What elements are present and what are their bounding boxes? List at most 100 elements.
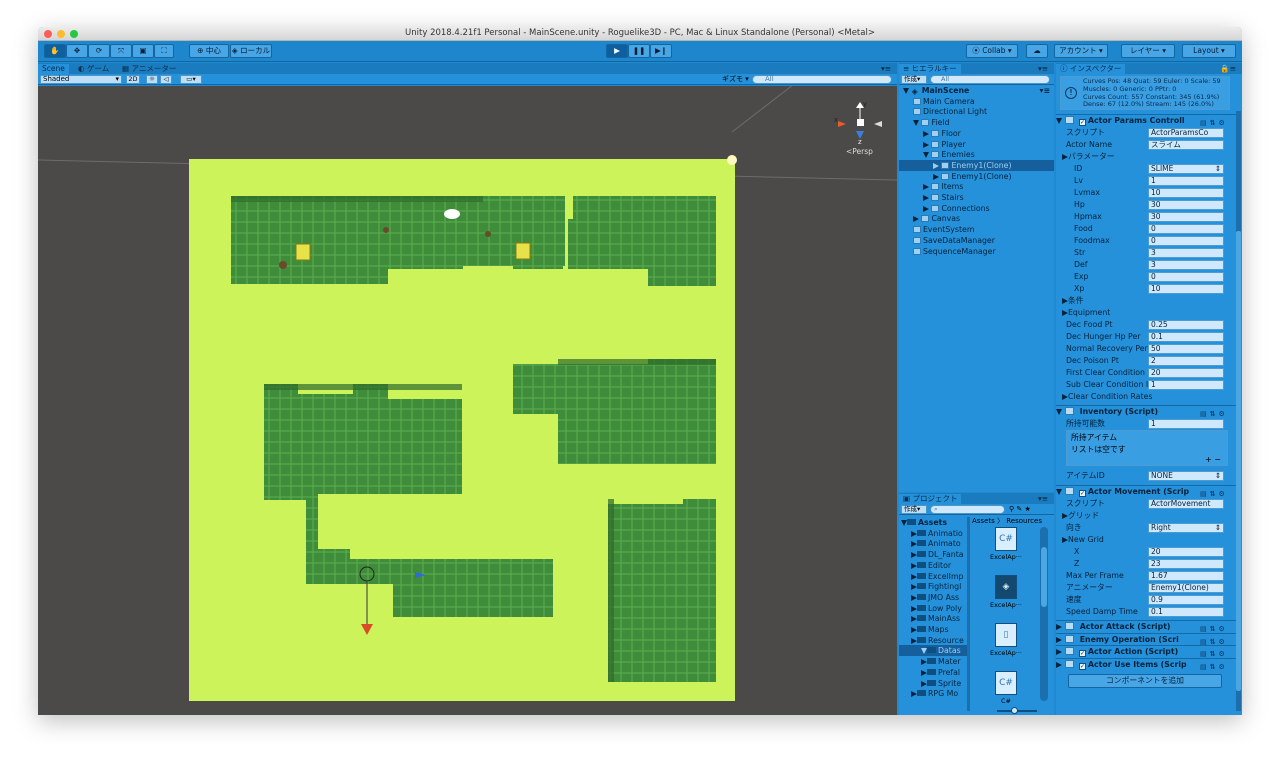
field-value-input[interactable]: 30: [1148, 200, 1224, 210]
effects-toggle-icon[interactable]: ▭▾: [180, 75, 202, 84]
field-value-input[interactable]: 10: [1148, 188, 1224, 198]
panel-menu-icon[interactable]: ▾≡: [1034, 64, 1052, 74]
inspector-field[interactable]: ID SLIME ⇕: [1062, 163, 1226, 174]
breadcrumb-assets[interactable]: Assets: [972, 517, 995, 525]
inspector-field[interactable]: Foodmax 0: [1062, 235, 1226, 246]
field-value-input[interactable]: 0: [1148, 224, 1224, 234]
project-folder-item[interactable]: ▶ RPG Mo: [899, 688, 967, 699]
stairs-object[interactable]: [295, 243, 311, 261]
field-value-input[interactable]: ActorMovement: [1148, 499, 1224, 509]
field-dropdown[interactable]: SLIME ⇕: [1148, 164, 1224, 174]
inspector-field[interactable]: スクリプト ActorMovement: [1062, 498, 1226, 509]
2d-toggle[interactable]: 2D: [126, 75, 140, 84]
field-value-input[interactable]: Enemy1(Clone): [1148, 583, 1224, 593]
hierarchy-item[interactable]: ▼ Enemies: [899, 149, 1054, 160]
tab-scene[interactable]: Scene: [38, 64, 69, 74]
inspector-field[interactable]: Hp 30: [1062, 199, 1226, 210]
inspector-field[interactable]: Dec Hunger Hp Per 0.1: [1062, 331, 1226, 342]
project-folder-item[interactable]: ▶ ExcelImp: [899, 571, 967, 582]
inspector-field[interactable]: First Clear Condition 20: [1062, 367, 1226, 378]
rect-tool-icon[interactable]: ▣: [132, 44, 154, 58]
tab-hierarchy[interactable]: ≡ ヒエラルキー: [899, 64, 961, 74]
field-value-input[interactable]: 3: [1148, 248, 1224, 258]
enable-checkbox[interactable]: ✓: [1079, 119, 1086, 126]
hierarchy-item[interactable]: ▶ Floor: [899, 128, 1054, 139]
field-value-input[interactable]: 1: [1148, 419, 1224, 429]
inspector-field[interactable]: Def 3: [1062, 259, 1226, 270]
inspector-field[interactable]: Xp 10: [1062, 283, 1226, 294]
project-create-dropdown[interactable]: 作成▾: [901, 505, 927, 514]
project-folder-item[interactable]: ▶ Low Poly: [899, 603, 967, 614]
lighting-toggle-icon[interactable]: ☼: [146, 75, 158, 84]
hierarchy-item[interactable]: SaveDataManager: [899, 235, 1054, 246]
inspector-field[interactable]: ▶New Grid: [1062, 534, 1226, 545]
inspector-field[interactable]: Food 0: [1062, 223, 1226, 234]
audio-toggle-icon[interactable]: ◁: [160, 75, 172, 84]
hierarchy-search-input[interactable]: All: [930, 75, 1050, 84]
inspector-field[interactable]: ▶グリッド: [1062, 510, 1226, 521]
field-dropdown[interactable]: NONE ⇕: [1148, 471, 1224, 481]
project-search-input[interactable]: ⌕: [930, 505, 1005, 514]
hierarchy-item[interactable]: Directional Light: [899, 106, 1054, 117]
project-scrollbar[interactable]: [1040, 527, 1048, 701]
space-toggle[interactable]: ◈ ローカル: [230, 44, 272, 58]
shading-dropdown[interactable]: Shaded ▾: [40, 75, 122, 84]
inspector-field[interactable]: Normal Recovery Per 50: [1062, 343, 1226, 354]
inspector-field[interactable]: Lvmax 10: [1062, 187, 1226, 198]
hierarchy-item[interactable]: ▼ ◈ MainScene ▾≡: [899, 85, 1054, 96]
field-value-input[interactable]: 0.1: [1148, 607, 1224, 617]
inspector-field[interactable]: 速度 0.9: [1062, 594, 1226, 605]
hierarchy-item[interactable]: SequenceManager: [899, 246, 1054, 257]
project-folder-item[interactable]: ▶ DL_Fanta: [899, 549, 967, 560]
hierarchy-item[interactable]: EventSystem: [899, 224, 1054, 235]
field-dropdown[interactable]: Right ⇕: [1148, 523, 1224, 533]
field-value-input[interactable]: 0.9: [1148, 595, 1224, 605]
asset-tile[interactable]: C# ExcelAp···: [976, 527, 1036, 573]
inspector-field[interactable]: Hpmax 30: [1062, 211, 1226, 222]
scale-tool-icon[interactable]: ⤧: [110, 44, 132, 58]
pause-button[interactable]: ❚❚: [628, 44, 650, 58]
asset-tile[interactable]: C# C#: [976, 671, 1036, 715]
light-gizmo-icon[interactable]: [727, 155, 737, 165]
field-value-input[interactable]: 3: [1148, 260, 1224, 270]
project-folder-item[interactable]: ▶ Mater: [899, 656, 967, 667]
component-settings-icon[interactable]: ▤⇅⚙: [1200, 648, 1234, 658]
hierarchy-item[interactable]: Main Camera: [899, 96, 1054, 107]
field-value-input[interactable]: 0: [1148, 236, 1224, 246]
field-value-input[interactable]: 30: [1148, 212, 1224, 222]
project-splitter[interactable]: [967, 517, 970, 711]
hierarchy-item[interactable]: ▶ Stairs: [899, 192, 1054, 203]
enable-checkbox[interactable]: ✓: [1079, 490, 1086, 497]
enemy-marker[interactable]: [485, 231, 491, 237]
add-component-button[interactable]: コンポーネントを追加: [1068, 674, 1222, 688]
inspector-field[interactable]: スクリプト ActorParamsCo: [1062, 127, 1226, 138]
move-tool-icon[interactable]: ✥: [66, 44, 88, 58]
project-folder-item[interactable]: ▶ Editor: [899, 560, 967, 571]
scene-search-input[interactable]: All: [752, 75, 892, 84]
inspector-field[interactable]: アイテムID NONE ⇕: [1062, 470, 1226, 481]
inspector-field[interactable]: アニメーター Enemy1(Clone): [1062, 582, 1226, 593]
inspector-field[interactable]: 所持可能数 1: [1062, 418, 1226, 429]
hand-tool-icon[interactable]: ✋: [44, 44, 66, 58]
hierarchy-item[interactable]: ▶ Connections: [899, 203, 1054, 214]
panel-menu-icon[interactable]: ▾≡: [1034, 494, 1052, 504]
inspector-field[interactable]: Speed Damp Time 0.1: [1062, 606, 1226, 617]
asset-tile[interactable]: ▯ ExcelAp···: [976, 623, 1036, 669]
hierarchy-item[interactable]: ▼ Field: [899, 117, 1054, 128]
enemy-marker[interactable]: [279, 261, 287, 269]
project-folder-item[interactable]: ▶ Sprite: [899, 678, 967, 689]
filter-icons[interactable]: ⚲ ✎ ★: [1009, 505, 1031, 513]
field-value-input[interactable]: 0: [1148, 272, 1224, 282]
field-value-input[interactable]: スライム: [1148, 140, 1224, 150]
tab-animator[interactable]: ▦ アニメーター: [118, 64, 180, 74]
inspector-field[interactable]: ▶Clear Condition Rates: [1062, 391, 1226, 402]
enable-checkbox[interactable]: ✓: [1079, 662, 1086, 670]
inspector-field[interactable]: Str 3: [1062, 247, 1226, 258]
transform-tool-icon[interactable]: ⛶: [154, 44, 174, 58]
scene-gizmo[interactable]: x y z <Persp: [834, 100, 882, 156]
component-header-collapsed[interactable]: ▶ ✓ Actor Action (Script) ▤⇅⚙: [1056, 645, 1236, 658]
component-settings-icon[interactable]: ▤⇅⚙: [1200, 117, 1234, 127]
rotate-tool-icon[interactable]: ⟳: [88, 44, 110, 58]
cloud-icon[interactable]: ☁: [1026, 44, 1048, 58]
inspector-field[interactable]: Dec Poison Pt 2: [1062, 355, 1226, 366]
